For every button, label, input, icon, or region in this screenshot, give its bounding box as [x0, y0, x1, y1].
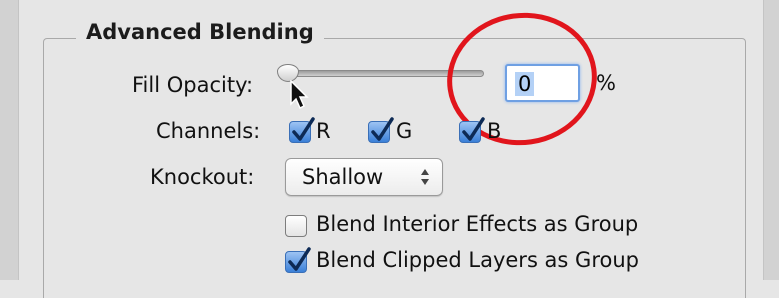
channel-b-label: B — [487, 119, 502, 143]
knockout-label: Knockout: — [150, 165, 255, 189]
right-panel-edge — [763, 0, 779, 280]
group-title: Advanced Blending — [76, 20, 324, 44]
blend-interior-effects-label: Blend Interior Effects as Group — [316, 212, 639, 236]
mouse-cursor-icon — [290, 80, 309, 110]
channel-g-label: G — [396, 119, 413, 143]
channel-r-checkbox[interactable] — [289, 117, 315, 143]
fill-opacity-label: Fill Opacity: — [132, 73, 254, 97]
checkmark-icon — [371, 117, 394, 141]
channels-label: Channels: — [156, 119, 261, 143]
channel-r-label: R — [316, 119, 331, 143]
knockout-selected-value: Shallow — [302, 165, 384, 189]
channel-g-checkbox[interactable] — [368, 117, 394, 143]
knockout-select[interactable]: Shallow — [285, 158, 443, 196]
channel-b-checkbox[interactable] — [459, 117, 485, 143]
percent-unit: % — [596, 71, 616, 95]
checkmark-icon — [292, 117, 315, 141]
checkmark-icon — [462, 117, 485, 141]
blend-clipped-layers-label: Blend Clipped Layers as Group — [316, 248, 639, 272]
checkmark-icon — [288, 247, 311, 271]
left-panel-edge — [0, 0, 19, 280]
blend-clipped-layers-checkbox[interactable] — [285, 247, 311, 273]
updown-arrows-icon — [421, 169, 429, 185]
blend-interior-effects-checkbox[interactable] — [285, 215, 307, 237]
